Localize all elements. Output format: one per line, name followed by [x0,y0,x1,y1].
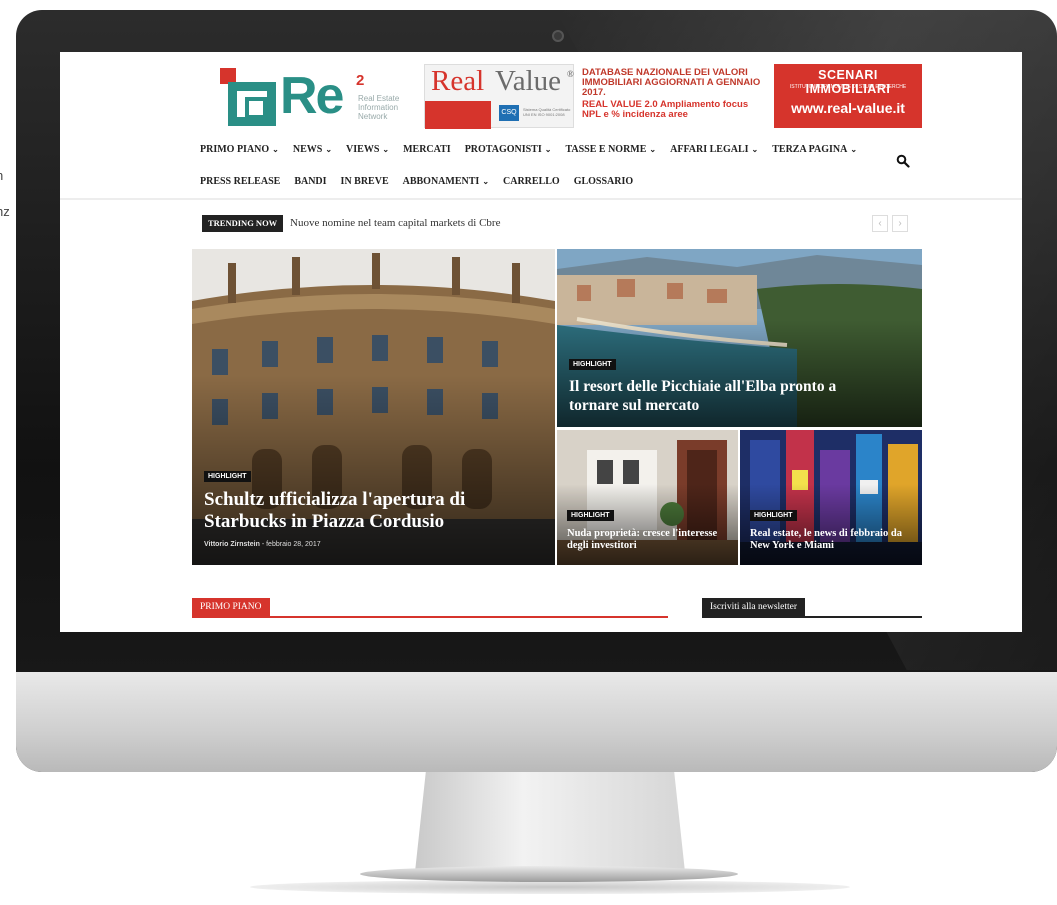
cert-badge-icon: CSQ [499,105,519,121]
trending-prev-button[interactable]: ‹ [872,215,888,232]
nav-item-label: CARRELLO [503,176,560,187]
ad-database-text: DATABASE NAZIONALE DEI VALORI IMMOBILIAR… [582,67,761,98]
edge-text-2: nz [0,204,10,219]
ad-brand-panel: Real Value ® CSQ Sistema Qualità Certifi… [424,64,574,129]
featured-top-right-title[interactable]: Il resort delle Picchiaie all'Elba pront… [569,377,869,415]
ad-brand-real: Real [431,65,485,97]
featured-main-tile[interactable]: HIGHLIGHT Schultz ufficializza l'apertur… [192,249,555,565]
logo-box-icon [228,82,276,126]
tile-gradient [740,484,922,565]
nav-item-terza-pagina[interactable]: TERZA PAGINA ⌄ [772,144,857,155]
post-date: febbraio 28, 2017 [266,541,321,548]
highlight-badge[interactable]: HIGHLIGHT [569,359,616,370]
stand-shadow [250,880,850,894]
monitor-chin [16,672,1057,772]
nav-item-abbonamenti[interactable]: ABBONAMENTI ⌄ [403,176,489,187]
section-newsletter-line [702,616,922,618]
nav-item-label: PRIMO PIANO [200,144,270,155]
nav-item-views[interactable]: VIEWS ⌄ [346,144,389,155]
ad-realvalue-2-text: REAL VALUE 2.0 Ampliamento focus NPL e %… [582,99,749,120]
featured-main-meta: Vittorio Zirnstein - febbraio 28, 2017 [204,541,321,548]
nav-item-label: MERCATI [403,144,451,155]
nav-item-label: AFFARI LEGALI [670,144,749,155]
featured-bottom-right-title[interactable]: Real estate, le news di febbraio da New … [750,528,915,552]
trending-bar: TRENDING NOW Nuove nomine nel team capit… [202,215,922,233]
nav-item-label: IN BREVE [340,176,389,187]
nav-item-in-breve[interactable]: IN BREVE [341,176,389,187]
site-header: Re 2 Real Estate Information Network Rea… [60,52,1022,200]
chevron-down-icon: ⌄ [382,145,390,154]
chevron-down-icon: ⌄ [272,145,279,154]
author-name[interactable]: Vittorio Zirnstein [204,541,260,548]
featured-main-title[interactable]: Schultz ufficializza l'apertura di Starb… [204,489,484,533]
nav-item-label: BANDI [294,176,327,187]
ad-red-block [425,101,491,129]
ad-brand-reg: ® [567,69,574,79]
nav-item-label: ABBONAMENTI [402,176,480,187]
header-banner-ad[interactable]: Real Value ® CSQ Sistema Qualità Certifi… [424,64,922,129]
featured-bottom-left-tile[interactable]: HIGHLIGHT Nuda proprietà: cresce l'inter… [557,430,738,565]
highlight-badge[interactable]: HIGHLIGHT [204,471,251,482]
cert-text: Sistema Qualità Certificato UNI EN ISO 9… [523,107,571,117]
edge-text-1: n [0,168,3,183]
site-logo[interactable]: Re 2 Real Estate Information Network [220,68,410,128]
monitor-stand [415,772,685,872]
section-primo-piano-line [192,616,668,618]
logo-superscript: 2 [356,72,365,89]
nav-item-primo-piano[interactable]: PRIMO PIANO ⌄ [200,144,279,155]
trending-headline[interactable]: Nuove nomine nel team capital markets di… [290,215,500,232]
main-nav-row-2: PRESS RELEASE BANDI IN BREVE ABBONAMENTI ⌄ CA… [200,176,647,187]
nav-item-label: TERZA PAGINA [772,144,848,155]
trending-next-button[interactable]: › [892,215,908,232]
nav-item-protagonisti[interactable]: PROTAGONISTI ⌄ [465,144,552,155]
chevron-down-icon: ⌄ [649,145,657,154]
ad-url: www.real-value.it [791,100,905,116]
logo-tagline: Real Estate Information Network [358,94,400,121]
nav-item-bandi[interactable]: BANDI [294,176,326,187]
nav-item-label: VIEWS [346,144,380,155]
chevron-down-icon: ⌄ [325,145,333,154]
trending-label: TRENDING NOW [202,215,284,232]
nav-item-label: PROTAGONISTI [464,144,542,155]
header-divider [60,198,1022,200]
nav-item-glossario[interactable]: GLOSSARIO [574,176,633,187]
featured-bottom-right-tile[interactable]: HIGHLIGHT Real estate, le news di febbra… [740,430,922,565]
chevron-down-icon: ⌄ [850,145,858,154]
webcam [552,30,564,42]
tile-gradient [557,484,738,565]
search-icon[interactable] [896,154,910,168]
ad-scenari-panel: SCENARI IMMOBILIARI ISTITUTO INDIPENDENT… [774,64,922,128]
featured-top-right-tile[interactable]: HIGHLIGHT Il resort delle Picchiaie all'… [557,249,922,427]
ad-scenari-title: SCENARI IMMOBILIARI [805,68,891,96]
highlight-badge[interactable]: HIGHLIGHT [567,510,614,521]
nav-item-press-release[interactable]: PRESS RELEASE [200,176,280,187]
section-newsletter: Iscriviti alla newsletter [702,598,922,618]
monitor-stand-base [360,866,738,882]
nav-item-news[interactable]: NEWS ⌄ [293,144,332,155]
chevron-down-icon: ⌄ [544,145,552,154]
section-primo-piano-label[interactable]: PRIMO PIANO [192,598,270,616]
nav-item-affari-legali[interactable]: AFFARI LEGALI ⌄ [670,144,758,155]
ad-scenari-subtitle: ISTITUTO INDIPENDENTE DI STUDI E RICERCH… [789,84,907,90]
nav-item-label: TASSE E NORME [565,144,647,155]
nav-item-carrello[interactable]: CARRELLO [503,176,560,187]
nav-item-mercati[interactable]: MERCATI [403,144,451,155]
logo-text: Re [280,67,345,125]
nav-item-label: NEWS [292,144,323,155]
chevron-down-icon: ⌄ [482,177,490,186]
section-newsletter-label[interactable]: Iscriviti alla newsletter [702,598,806,616]
nav-item-label: GLOSSARIO [573,176,634,187]
nav-item-label: PRESS RELEASE [200,176,281,187]
highlight-badge[interactable]: HIGHLIGHT [750,510,797,521]
chevron-down-icon: ⌄ [751,145,759,154]
ad-brand-value: Value [495,65,562,97]
featured-bottom-left-title[interactable]: Nuda proprietà: cresce l'interesse degli… [567,528,732,552]
main-nav-row-1: PRIMO PIANO ⌄ NEWS ⌄ VIEWS ⌄ MERCATI PROTAGONIS… [200,144,871,155]
nav-item-tasse-e-norme[interactable]: TASSE E NORME ⌄ [565,144,656,155]
website-screen: Re 2 Real Estate Information Network Rea… [60,52,1022,632]
section-primo-piano: PRIMO PIANO [192,598,668,618]
